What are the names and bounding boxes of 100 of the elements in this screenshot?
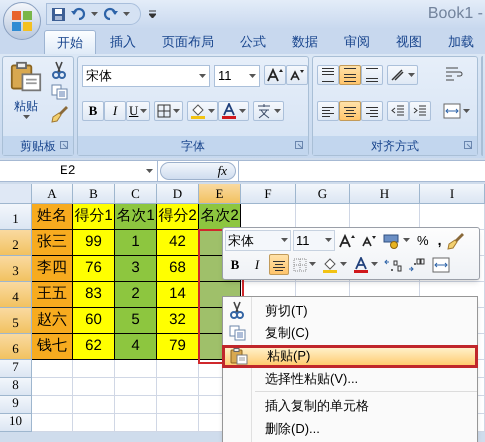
table-cell[interactable]: 32 [157,308,199,334]
menu-item[interactable]: 粘贴(P) [222,344,478,368]
dropdown-icon[interactable] [146,168,153,174]
table-cell[interactable]: 2 [115,282,157,308]
table-cell[interactable]: 62 [73,334,115,360]
dropdown-icon[interactable] [208,108,216,114]
menu-item[interactable]: 剪切(T) [223,299,477,322]
style-button[interactable]: I [104,101,126,121]
row-header[interactable]: 10 [0,414,32,432]
font-name-field[interactable]: 宋体 [225,230,291,251]
ribbon-tab[interactable]: 视图 [384,30,434,54]
dropdown-icon[interactable] [199,74,206,78]
format-painter-icon[interactable] [51,105,69,123]
dropdown-icon[interactable] [239,108,246,114]
percent-button[interactable]: % [414,230,432,250]
italic-button[interactable]: I [247,254,267,275]
dialog-launcher-icon[interactable] [60,141,68,149]
insert-function-button[interactable]: fx [160,162,236,180]
column-header[interactable]: F [241,184,296,204]
table-cell[interactable]: 76 [73,256,115,282]
paste-button[interactable]: 粘贴 [7,61,45,135]
table-cell[interactable]: 得分1 [73,204,115,230]
dropdown-icon[interactable] [463,108,470,114]
table-cell[interactable]: 68 [157,256,199,282]
dropdown-icon[interactable] [340,262,347,267]
ribbon-tab[interactable]: 页面布局 [150,30,226,54]
ribbon-tab[interactable]: 审阅 [332,30,382,54]
ribbon-tab[interactable]: 公式 [228,30,278,54]
merge-cells-icon[interactable] [443,103,461,119]
center-align-button[interactable] [269,254,289,275]
dropdown-icon[interactable] [249,74,256,78]
phonetic-button[interactable] [253,101,284,121]
font-size-field[interactable]: 11 [214,65,260,87]
table-cell[interactable]: 赵六 [32,308,73,334]
table-cell[interactable]: 钱七 [32,334,73,360]
dialog-launcher-icon[interactable] [295,141,303,149]
row-header[interactable]: 6 [0,334,32,360]
horizontal-align-button[interactable] [339,101,361,121]
clipboard-icon[interactable] [230,348,248,365]
ribbon-tab[interactable]: 开始 [44,30,96,54]
menu-item[interactable]: 选择性粘贴(V)... [223,368,477,390]
comma-button[interactable]: , [434,230,446,251]
dropdown-icon[interactable] [325,238,332,243]
vertical-align-button[interactable] [317,65,339,85]
menu-item[interactable]: 复制(C) [223,322,477,345]
horizontal-align-button[interactable] [361,101,383,121]
font-size-field[interactable]: 11 [293,230,335,251]
dropdown-icon[interactable] [123,12,130,16]
bold-button[interactable]: B [225,254,245,275]
dropdown-icon[interactable] [140,108,148,114]
vertical-align-button[interactable] [361,65,383,85]
copy-icon[interactable] [51,84,68,100]
table-cell[interactable]: 79 [157,334,199,360]
font-name-field[interactable]: 宋体 [82,65,210,87]
clipboard-icon[interactable] [10,61,42,93]
menu-item[interactable]: 插入复制的单元格 [223,394,477,418]
row-header[interactable]: 2 [0,230,32,256]
row-header[interactable]: 8 [0,378,32,396]
horizontal-align-button[interactable] [317,101,339,121]
table-cell[interactable]: 王五 [32,282,73,308]
ribbon-tab[interactable]: 加载 [436,30,485,54]
dialog-launcher-icon[interactable] [464,141,472,149]
table-cell[interactable]: 姓名 [32,204,73,230]
table-cell[interactable]: 99 [73,230,115,256]
office-button[interactable] [3,2,41,40]
scissors-icon[interactable] [229,301,245,320]
row-header[interactable]: 5 [0,308,32,334]
borders-button[interactable] [154,101,184,121]
row-header[interactable]: 1 [0,204,32,230]
dropdown-icon[interactable] [403,238,410,243]
table-cell[interactable]: 42 [157,230,199,256]
dropdown-icon[interactable] [371,262,378,267]
fill-color-button[interactable] [187,101,218,121]
table-cell[interactable]: 4 [115,334,157,360]
table-cell[interactable]: 张三 [32,230,73,256]
column-header[interactable]: C [115,184,157,204]
dropdown-icon[interactable] [274,108,282,114]
table-cell[interactable]: 李四 [32,256,73,282]
orientation-button[interactable] [387,65,418,85]
customize-icon[interactable] [149,10,156,18]
table-cell[interactable]: 1 [115,230,157,256]
wrap-text-icon[interactable] [445,65,463,83]
column-header[interactable]: B [73,184,115,204]
ribbon-tab[interactable]: 数据 [280,30,330,54]
column-header[interactable]: E [199,184,241,204]
undo-icon[interactable] [71,7,86,21]
format-painter-icon[interactable] [447,232,466,250]
column-header[interactable]: H [350,184,420,204]
font-color-button[interactable] [351,254,380,275]
dropdown-icon[interactable] [281,238,288,243]
vertical-align-button[interactable] [339,65,361,85]
table-cell[interactable]: 83 [73,282,115,308]
font-color-button[interactable] [218,101,250,121]
indent-button[interactable] [409,101,431,121]
column-header[interactable]: D [157,184,199,204]
table-cell[interactable]: 得分2 [157,204,199,230]
column-header[interactable]: A [32,184,73,204]
shrink-font-button[interactable] [286,65,308,85]
menu-item[interactable]: 删除(D)... [223,417,477,440]
style-button[interactable]: B [82,101,104,121]
